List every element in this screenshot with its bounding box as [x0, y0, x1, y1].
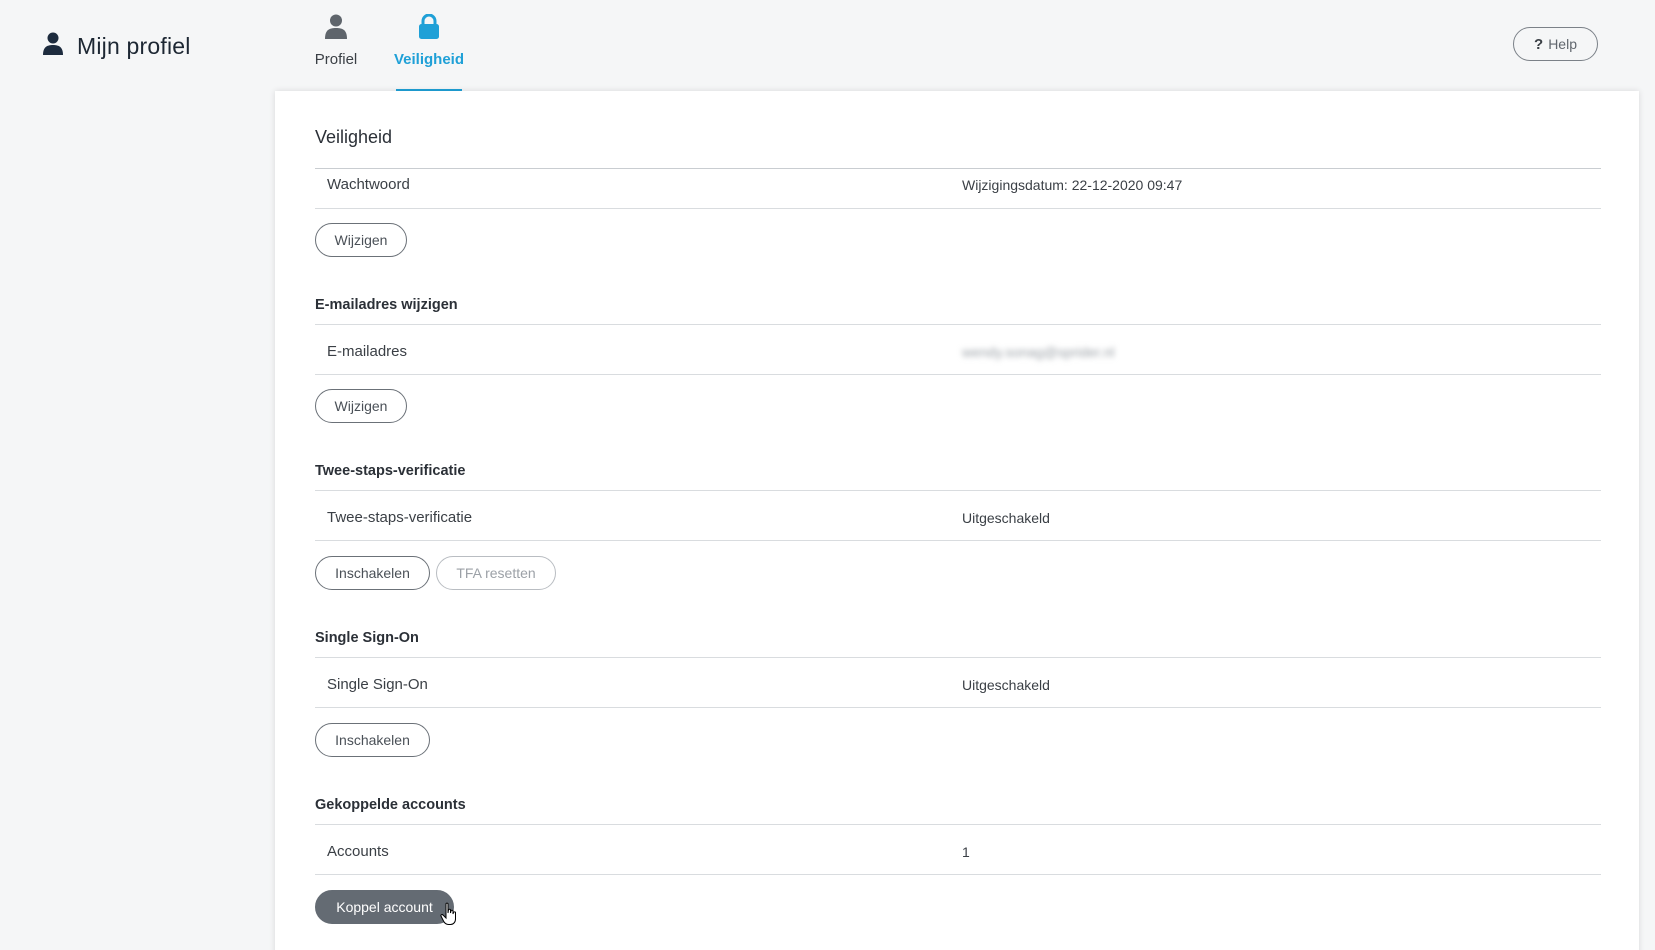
section-title: Veiligheid: [315, 127, 393, 147]
password-label: Wachtwoord: [327, 176, 410, 193]
tab-veiligheid[interactable]: Veiligheid: [393, 13, 465, 92]
divider: [315, 374, 1601, 375]
user-icon: [325, 14, 347, 44]
divider: [315, 540, 1601, 541]
reset-tfa-button[interactable]: TFA resetten: [436, 556, 556, 590]
change-email-button[interactable]: Wijzigen: [315, 389, 407, 423]
tab-label: Profiel: [314, 51, 358, 68]
security-panel: Veiligheid Wachtwoord Wijzigingsdatum: 2…: [275, 91, 1639, 950]
enable-sso-button[interactable]: Inschakelen: [315, 723, 430, 757]
tab-profiel[interactable]: Profiel: [314, 14, 358, 92]
help-button[interactable]: ? Help: [1513, 27, 1598, 61]
sso-status: Uitgeschakeld: [962, 677, 1050, 693]
question-icon: ?: [1534, 35, 1544, 53]
enable-two-step-button[interactable]: Inschakelen: [315, 556, 430, 590]
page-title: Mijn profiel: [77, 32, 191, 59]
two-step-label: Twee-staps-verificatie: [327, 509, 473, 526]
two-step-status: Uitgeschakeld: [962, 510, 1050, 526]
user-icon: [43, 32, 63, 61]
two-step-heading: Twee-staps-verificatie: [315, 463, 466, 479]
hand-pointer-cursor-icon: [440, 902, 458, 931]
divider: [315, 168, 1601, 169]
divider: [315, 874, 1601, 875]
accounts-label: Accounts: [327, 843, 389, 860]
top-bar: Mijn profiel Profiel Veiligheid ? Help: [0, 0, 1655, 92]
link-account-button[interactable]: Koppel account: [315, 890, 454, 924]
email-heading: E-mailadres wijzigen: [315, 297, 458, 313]
sso-heading: Single Sign-On: [315, 630, 419, 646]
page-header: Mijn profiel: [43, 29, 191, 63]
linked-accounts-heading: Gekoppelde accounts: [315, 797, 466, 813]
lock-icon: [418, 13, 440, 44]
sso-label: Single Sign-On: [327, 676, 428, 693]
divider: [315, 490, 1601, 491]
divider: [315, 824, 1601, 825]
divider: [315, 657, 1601, 658]
email-label: E-mailadres: [327, 343, 408, 360]
password-change-date: Wijzigingsdatum: 22-12-2020 09:47: [962, 177, 1183, 193]
tab-label: Veiligheid: [393, 51, 465, 68]
divider: [315, 208, 1601, 209]
help-label: Help: [1548, 36, 1577, 52]
accounts-count: 1: [962, 844, 970, 860]
divider: [315, 707, 1601, 708]
divider: [315, 324, 1601, 325]
email-value: wendy.sonag@sprider.nl: [962, 344, 1115, 360]
change-password-button[interactable]: Wijzigen: [315, 223, 407, 257]
